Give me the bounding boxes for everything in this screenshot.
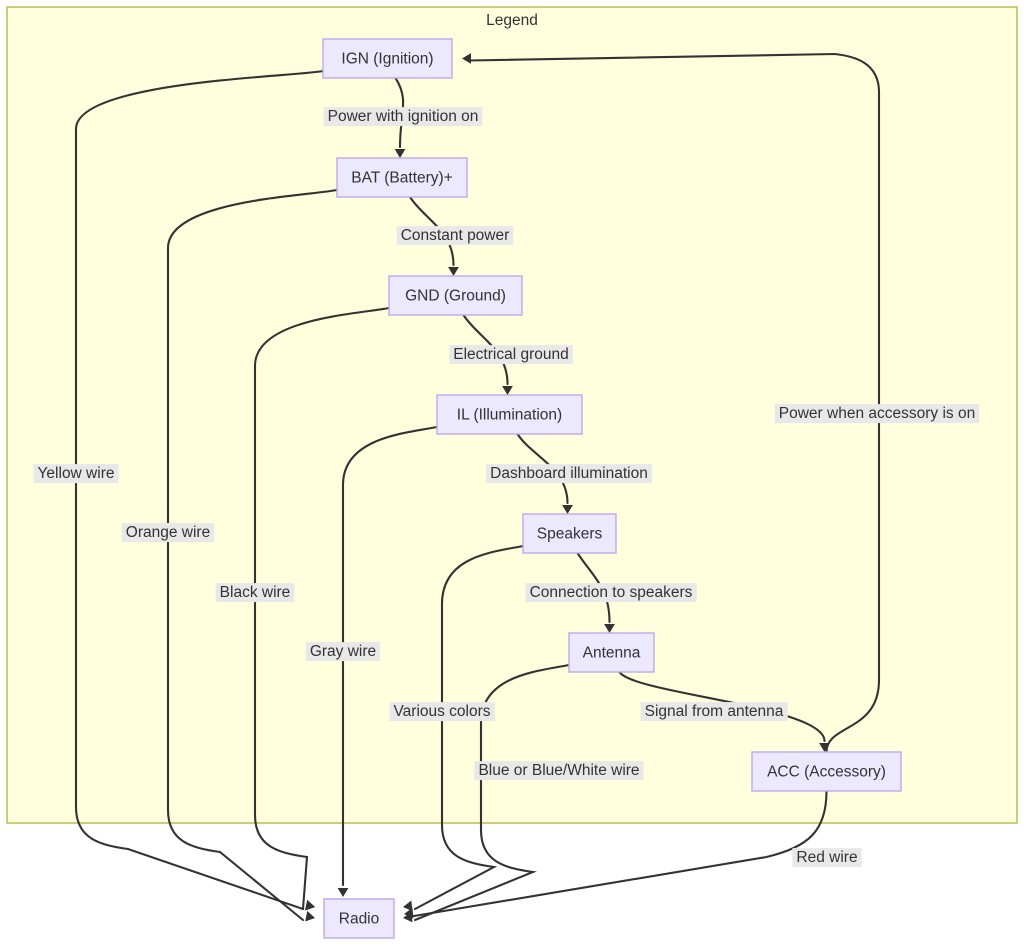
edge-label-acc-radio-text: Red wire <box>796 849 857 866</box>
edge-label-ign-radio-text: Yellow wire <box>38 465 115 482</box>
edge-label-gnd-il-text: Electrical ground <box>453 346 568 363</box>
edge-label-gnd-il: Electrical ground <box>449 345 573 365</box>
node-antenna[interactable]: Antenna <box>568 632 655 673</box>
edge-label-gnd-radio-text: Black wire <box>220 584 291 601</box>
edge-label-acc-radio: Red wire <box>792 848 862 868</box>
edge-label-il-speakers-text: Dashboard illumination <box>490 465 648 482</box>
node-bat-label: BAT (Battery)+ <box>351 170 453 187</box>
node-il-label: IL (Illumination) <box>457 407 562 424</box>
node-ign[interactable]: IGN (Ignition) <box>322 38 453 79</box>
edge-label-speakers-radio-text: Various colors <box>393 703 490 720</box>
node-gnd-label: GND (Ground) <box>405 288 506 305</box>
node-acc-label: ACC (Accessory) <box>767 764 886 781</box>
edge-label-acc-ign: Power when accessory is on <box>774 404 980 424</box>
edge-label-antenna-radio: Blue or Blue/White wire <box>474 761 644 781</box>
node-antenna-label: Antenna <box>583 645 641 662</box>
edge-label-antenna-radio-text: Blue or Blue/White wire <box>478 762 639 779</box>
edge-bat-to-radio-arrowhead <box>305 910 315 922</box>
node-speakers-label: Speakers <box>537 526 603 543</box>
edge-gnd-to-radio-arrowhead <box>305 899 315 911</box>
edge-label-bat-gnd: Constant power <box>396 226 514 246</box>
edge-label-il-speakers: Dashboard illumination <box>486 464 652 484</box>
node-speakers[interactable]: Speakers <box>522 513 617 554</box>
edge-label-ign-radio: Yellow wire <box>33 464 119 484</box>
edge-label-antenna-acc: Signal from antenna <box>640 702 788 722</box>
edge-label-antenna-acc-text: Signal from antenna <box>645 703 784 720</box>
node-gnd[interactable]: GND (Ground) <box>388 275 523 316</box>
node-bat[interactable]: BAT (Battery)+ <box>336 157 468 198</box>
edge-il-to-radio-arrowhead <box>337 888 349 897</box>
edge-label-speakers-antenna-text: Connection to speakers <box>530 584 693 601</box>
edge-label-acc-ign-text: Power when accessory is on <box>779 405 975 422</box>
node-radio-label: Radio <box>339 911 380 928</box>
edge-label-il-radio: Gray wire <box>305 642 381 662</box>
edge-label-bat-gnd-text: Constant power <box>401 227 510 244</box>
edge-label-speakers-radio: Various colors <box>389 702 495 722</box>
edge-label-il-radio-text: Gray wire <box>310 643 376 660</box>
edge-label-ign-bat: Power with ignition on <box>323 107 483 127</box>
edge-label-ign-bat-text: Power with ignition on <box>328 108 479 125</box>
node-ign-label: IGN (Ignition) <box>341 51 433 68</box>
node-radio[interactable]: Radio <box>323 898 395 939</box>
edge-label-bat-radio-text: Orange wire <box>126 524 210 541</box>
flowchart-diagram: Legend IGN (Ignition) BAT (Battery)+ GND (… <box>0 0 1024 946</box>
node-il[interactable]: IL (Illumination) <box>436 394 583 435</box>
edge-label-speakers-antenna: Connection to speakers <box>525 583 697 603</box>
legend-title: Legend <box>486 12 538 29</box>
edge-label-gnd-radio: Black wire <box>215 583 295 603</box>
node-acc[interactable]: ACC (Accessory) <box>751 751 902 792</box>
edge-label-bat-radio: Orange wire <box>121 523 215 543</box>
diagram-canvas: Legend IGN (Ignition) BAT (Battery)+ GND (… <box>6 6 1018 939</box>
